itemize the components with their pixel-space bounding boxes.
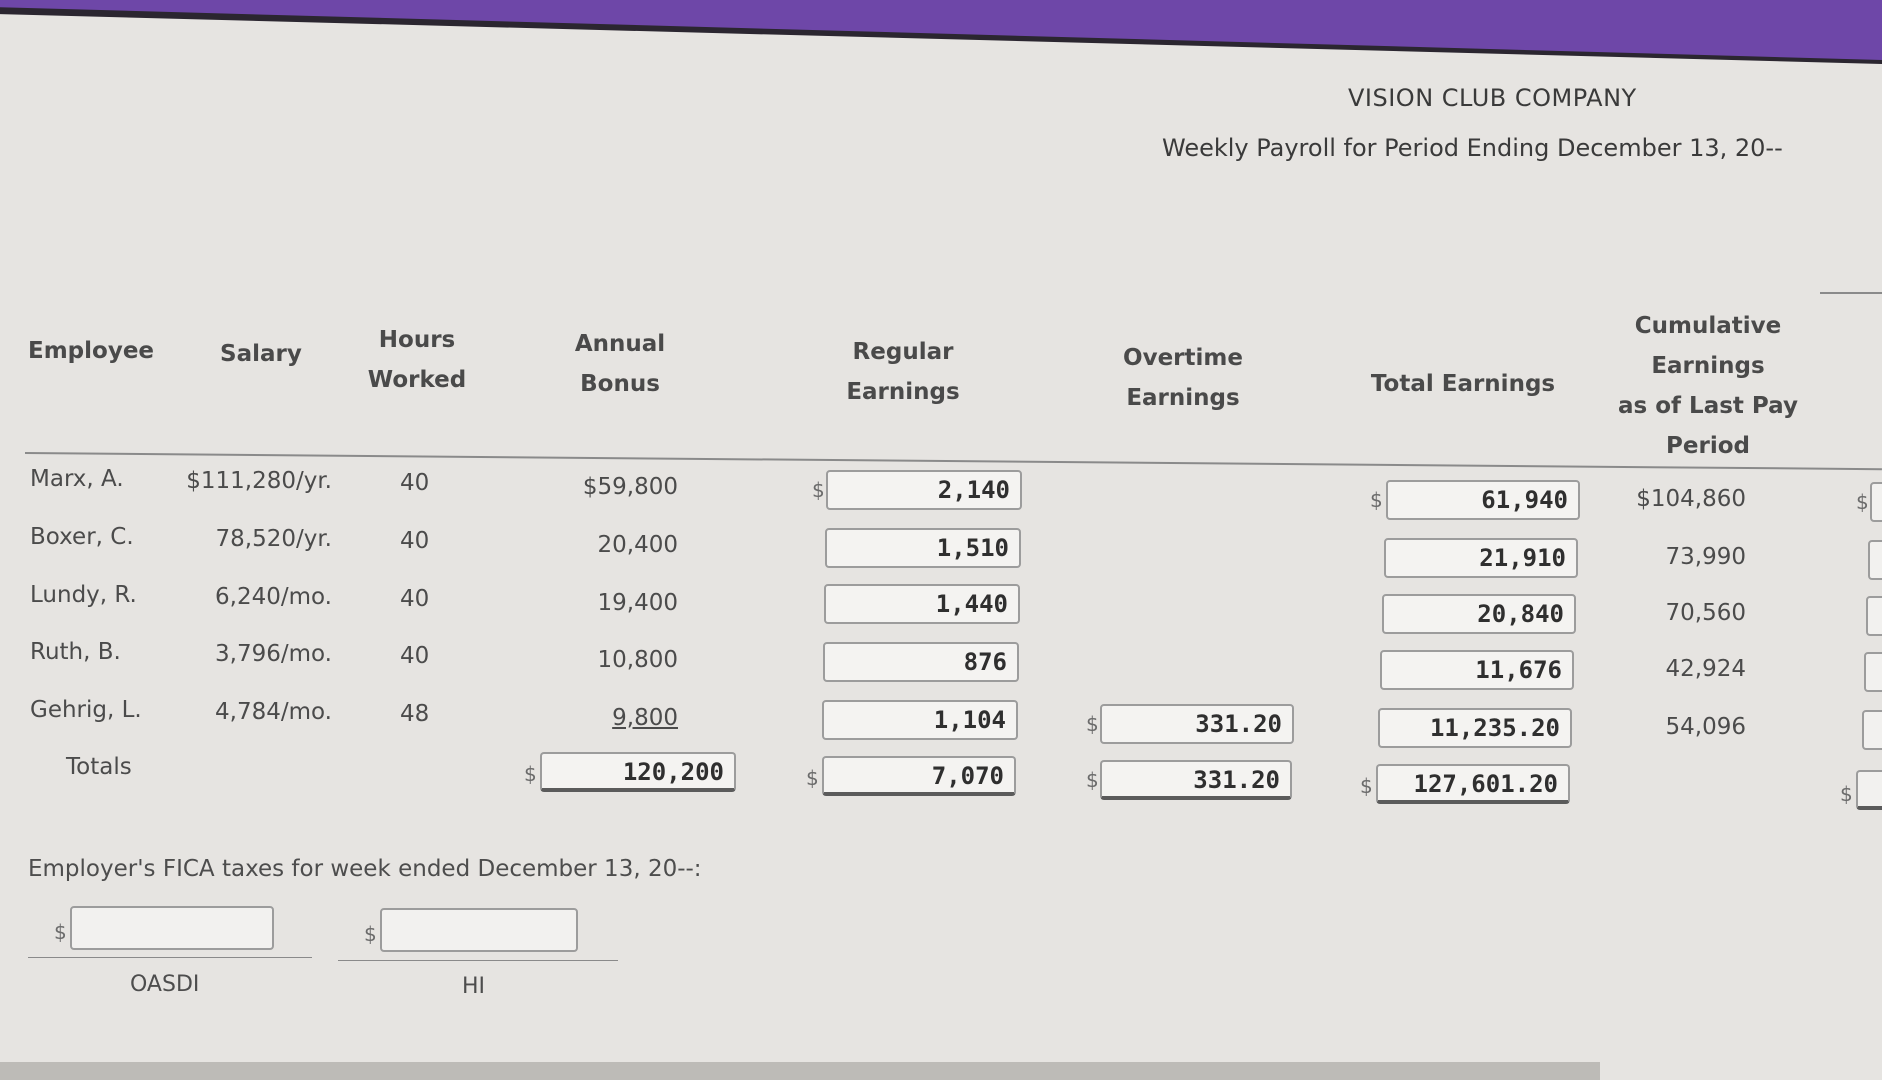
header-rule-right xyxy=(1820,292,1882,294)
col-header-hours: Hours Worked xyxy=(362,320,472,400)
row-regular-earnings-field[interactable]: 876 xyxy=(823,642,1019,682)
dollar-sign: $ xyxy=(1370,488,1383,512)
col-header-cumulative-line1: Cumulative xyxy=(1634,313,1782,339)
total-bonus-field[interactable]: 120,200 xyxy=(540,752,736,792)
dollar-sign: $ xyxy=(54,920,67,944)
row-regular-earnings-field[interactable]: 1,440 xyxy=(824,584,1020,624)
row-next-column-field[interactable] xyxy=(1868,540,1882,580)
col-header-hours-line1: Hours xyxy=(378,327,456,353)
row-bonus: 9,800 xyxy=(612,705,678,731)
row-hours: 40 xyxy=(400,528,430,554)
row-total-earnings-field[interactable]: 11,235.20 xyxy=(1378,708,1572,748)
row-next-column-field[interactable] xyxy=(1870,482,1882,522)
total-next-column-field[interactable] xyxy=(1856,770,1882,810)
row-cumulative-earnings: 54,096 xyxy=(1665,714,1746,740)
row-regular-earnings-field[interactable]: 2,140 xyxy=(826,470,1022,510)
col-header-bonus-line1: Annual xyxy=(574,331,666,357)
row-salary: $111,280/yr. xyxy=(186,468,332,494)
oasdi-rule xyxy=(28,957,312,958)
dollar-sign: $ xyxy=(1856,490,1869,514)
row-bonus: 10,800 xyxy=(597,647,678,673)
row-overtime-earnings-field[interactable]: 331.20 xyxy=(1100,704,1294,744)
row-employee: Lundy, R. xyxy=(30,582,137,608)
dollar-sign: $ xyxy=(1840,782,1853,806)
dollar-sign: $ xyxy=(1086,768,1099,792)
row-salary: 78,520/yr. xyxy=(215,526,333,552)
row-total-earnings-field[interactable]: 21,910 xyxy=(1384,538,1578,578)
row-hours: 40 xyxy=(400,643,430,669)
row-hours: 40 xyxy=(400,470,430,496)
row-total-earnings-field[interactable]: 11,676 xyxy=(1380,650,1574,690)
col-header-salary: Salary xyxy=(220,341,302,367)
window-bottom-edge xyxy=(0,1062,1600,1080)
row-salary: 3,796/mo. xyxy=(215,641,332,667)
row-hours: 48 xyxy=(400,701,430,727)
oasdi-label: OASDI xyxy=(130,972,200,997)
row-total-earnings-field[interactable]: 20,840 xyxy=(1382,594,1576,634)
dollar-sign: $ xyxy=(364,922,377,946)
col-header-cumulative-line3: as of Last Pay xyxy=(1618,393,1798,419)
col-header-total: Total Earnings xyxy=(1370,371,1556,397)
row-bonus: 20,400 xyxy=(597,532,678,558)
total-overtime-field[interactable]: 331.20 xyxy=(1100,760,1292,800)
row-total-earnings-field[interactable]: 61,940 xyxy=(1386,480,1580,520)
hi-label: HI xyxy=(462,974,486,999)
window-top-bar xyxy=(0,0,1882,60)
dollar-sign: $ xyxy=(1086,712,1099,736)
row-regular-earnings-field[interactable]: 1,104 xyxy=(822,700,1018,740)
dollar-sign: $ xyxy=(1360,774,1373,798)
row-employee: Boxer, C. xyxy=(30,524,134,550)
col-header-hours-line2: Worked xyxy=(367,367,467,393)
row-cumulative-earnings: 73,990 xyxy=(1665,544,1746,570)
company-name: VISION CLUB COMPANY xyxy=(1348,84,1637,112)
col-header-regular-line1: Regular xyxy=(852,339,954,365)
row-salary: 4,784/mo. xyxy=(215,699,332,725)
oasdi-input[interactable] xyxy=(70,906,274,950)
dollar-sign: $ xyxy=(524,762,537,786)
col-header-overtime-line2: Earnings xyxy=(1126,385,1240,411)
col-header-cumulative-line2: Earnings xyxy=(1651,353,1765,379)
col-header-overtime: Overtime Earnings xyxy=(1118,338,1248,418)
hi-input[interactable] xyxy=(380,908,578,952)
col-header-regular: Regular Earnings xyxy=(838,332,968,412)
dollar-sign: $ xyxy=(812,478,825,502)
col-header-employee: Employee xyxy=(28,338,155,364)
fica-prompt: Employer's FICA taxes for week ended Dec… xyxy=(28,856,702,882)
col-header-bonus: Annual Bonus xyxy=(560,324,680,404)
col-header-overtime-line1: Overtime xyxy=(1123,345,1243,371)
row-bonus: 19,400 xyxy=(597,590,678,616)
row-next-column-field[interactable] xyxy=(1864,652,1882,692)
row-employee: Gehrig, L. xyxy=(30,697,142,723)
row-cumulative-earnings: $104,860 xyxy=(1636,486,1746,512)
row-next-column-field[interactable] xyxy=(1866,596,1882,636)
payroll-subtitle: Weekly Payroll for Period Ending Decembe… xyxy=(1162,134,1783,162)
row-hours: 40 xyxy=(400,586,430,612)
col-header-cumulative-line4: Period xyxy=(1666,433,1750,459)
row-employee: Ruth, B. xyxy=(30,639,121,665)
row-cumulative-earnings: 70,560 xyxy=(1665,600,1746,626)
row-cumulative-earnings: 42,924 xyxy=(1665,656,1746,682)
row-next-column-field[interactable] xyxy=(1862,710,1882,750)
total-earnings-field[interactable]: 127,601.20 xyxy=(1376,764,1570,804)
totals-label: Totals xyxy=(66,754,132,780)
row-salary: 6,240/mo. xyxy=(215,584,332,610)
row-regular-earnings-field[interactable]: 1,510 xyxy=(825,528,1021,568)
row-employee: Marx, A. xyxy=(30,466,124,492)
col-header-bonus-line2: Bonus xyxy=(580,371,660,397)
hi-rule xyxy=(338,960,618,961)
col-header-regular-line2: Earnings xyxy=(846,379,960,405)
total-regular-field[interactable]: 7,070 xyxy=(822,756,1016,796)
col-header-cumulative: Cumulative Earnings as of Last Pay Perio… xyxy=(1608,306,1808,466)
row-bonus: $59,800 xyxy=(582,474,678,500)
dollar-sign: $ xyxy=(806,766,819,790)
